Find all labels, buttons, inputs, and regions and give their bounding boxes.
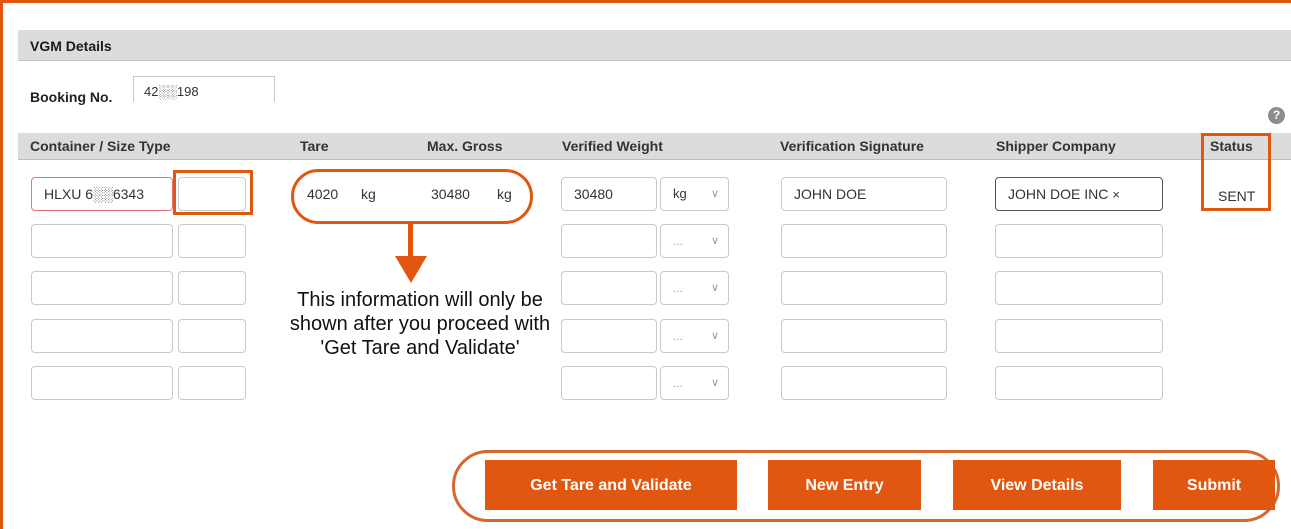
booking-label: Booking No. — [30, 89, 113, 105]
size-type-input[interactable] — [178, 271, 246, 305]
unit-placeholder: ... — [673, 281, 684, 295]
size-type-input[interactable] — [178, 319, 246, 353]
container-number-input[interactable] — [31, 366, 173, 400]
status-highlight — [1201, 133, 1271, 211]
container-number-input[interactable] — [31, 271, 173, 305]
signature-input[interactable]: JOHN DOE — [781, 177, 947, 211]
header-tare: Tare — [300, 138, 329, 154]
tare-gross-highlight — [291, 169, 533, 224]
weight-unit-select[interactable]: kg ∨ — [660, 177, 729, 211]
weight-unit-value: kg — [673, 186, 687, 201]
signature-input[interactable] — [781, 319, 947, 353]
header-shipper-company: Shipper Company — [996, 138, 1116, 154]
section-title: VGM Details — [30, 38, 112, 54]
weight-unit-select[interactable]: ... ∨ — [660, 224, 729, 258]
get-tare-validate-button[interactable]: Get Tare and Validate — [485, 460, 737, 510]
verified-weight-input[interactable] — [561, 366, 657, 400]
verified-weight-input[interactable] — [561, 271, 657, 305]
header-verified-weight: Verified Weight — [562, 138, 663, 154]
container-number-input[interactable] — [31, 319, 173, 353]
weight-unit-select[interactable]: ... ∨ — [660, 319, 729, 353]
signature-input[interactable] — [781, 224, 947, 258]
shipper-company-select[interactable]: JOHN DOE INC × — [995, 177, 1163, 211]
verified-weight-input[interactable] — [561, 224, 657, 258]
header-verification-signature: Verification Signature — [780, 138, 924, 154]
weight-unit-select[interactable]: ... ∨ — [660, 271, 729, 305]
submit-button[interactable]: Submit — [1153, 460, 1275, 510]
annotation-text: This information will only be shown afte… — [289, 289, 551, 359]
table-header: Container / Size Type Tare Max. Gross Ve… — [18, 133, 1291, 160]
shipper-company-select[interactable] — [995, 366, 1163, 400]
verified-weight-input[interactable] — [561, 319, 657, 353]
signature-input[interactable] — [781, 271, 947, 305]
help-icon[interactable]: ? — [1268, 107, 1285, 124]
frame-left-border — [0, 0, 3, 529]
chevron-down-icon: ∨ — [710, 188, 719, 200]
booking-number-input[interactable]: 42░░198 — [133, 76, 275, 102]
size-type-highlight — [173, 170, 253, 215]
header-container: Container / Size Type — [30, 138, 171, 154]
container-number-input[interactable] — [31, 224, 173, 258]
header-max-gross: Max. Gross — [427, 138, 503, 154]
chevron-down-icon: ∨ — [710, 282, 719, 294]
section-header: VGM Details — [18, 30, 1291, 61]
annotation-arrow-head — [395, 256, 427, 283]
chevron-down-icon: ∨ — [710, 377, 719, 389]
weight-unit-select[interactable]: ... ∨ — [660, 366, 729, 400]
clear-icon[interactable]: × — [1112, 187, 1120, 202]
container-number-input[interactable]: HLXU 6░░6343 — [31, 177, 173, 211]
frame-top-border — [0, 0, 1291, 3]
unit-placeholder: ... — [673, 376, 684, 390]
shipper-company-select[interactable] — [995, 319, 1163, 353]
shipper-company-value: JOHN DOE INC — [1008, 186, 1109, 202]
chevron-down-icon: ∨ — [710, 235, 719, 247]
shipper-company-select[interactable] — [995, 271, 1163, 305]
size-type-input[interactable] — [178, 366, 246, 400]
size-type-input[interactable] — [178, 224, 246, 258]
verified-weight-input[interactable]: 30480 — [561, 177, 657, 211]
signature-input[interactable] — [781, 366, 947, 400]
shipper-company-select[interactable] — [995, 224, 1163, 258]
view-details-button[interactable]: View Details — [953, 460, 1121, 510]
unit-placeholder: ... — [673, 234, 684, 248]
unit-placeholder: ... — [673, 329, 684, 343]
chevron-down-icon: ∨ — [710, 330, 719, 342]
new-entry-button[interactable]: New Entry — [768, 460, 921, 510]
